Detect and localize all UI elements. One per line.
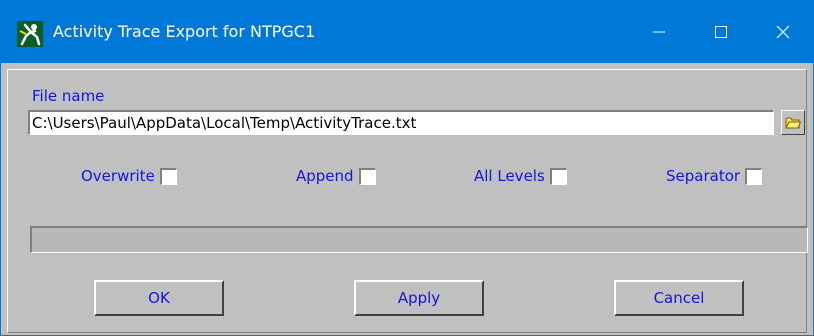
- cancel-button[interactable]: Cancel: [614, 280, 744, 316]
- progress-bar: [30, 226, 808, 253]
- separator-option[interactable]: Separator: [666, 166, 763, 186]
- overwrite-checkbox[interactable]: [159, 167, 177, 185]
- browse-button[interactable]: [781, 110, 805, 135]
- separator-label: Separator: [666, 167, 741, 185]
- ok-button[interactable]: OK: [94, 280, 224, 316]
- all-levels-checkbox[interactable]: [549, 167, 567, 185]
- file-name-input[interactable]: [28, 110, 774, 135]
- folder-icon: [785, 117, 801, 128]
- separator-checkbox[interactable]: [745, 167, 763, 185]
- maximize-icon: [715, 26, 727, 38]
- close-button[interactable]: [753, 1, 813, 63]
- all-levels-label: All Levels: [474, 167, 545, 185]
- title-bar[interactable]: Activity Trace Export for NTPGC1: [1, 1, 813, 63]
- overwrite-option[interactable]: Overwrite: [81, 166, 177, 186]
- window-title: Activity Trace Export for NTPGC1: [53, 22, 316, 41]
- apply-button[interactable]: Apply: [354, 280, 484, 316]
- overwrite-label: Overwrite: [81, 167, 155, 185]
- app-icon: [17, 21, 43, 47]
- append-option[interactable]: Append: [296, 166, 376, 186]
- all-levels-option[interactable]: All Levels: [474, 166, 567, 186]
- close-icon: [776, 25, 790, 39]
- minimize-icon: [653, 31, 665, 33]
- file-name-label: File name: [32, 87, 105, 105]
- append-checkbox[interactable]: [358, 167, 376, 185]
- minimize-button[interactable]: [629, 1, 689, 63]
- append-label: Append: [296, 167, 354, 185]
- maximize-button[interactable]: [691, 1, 751, 63]
